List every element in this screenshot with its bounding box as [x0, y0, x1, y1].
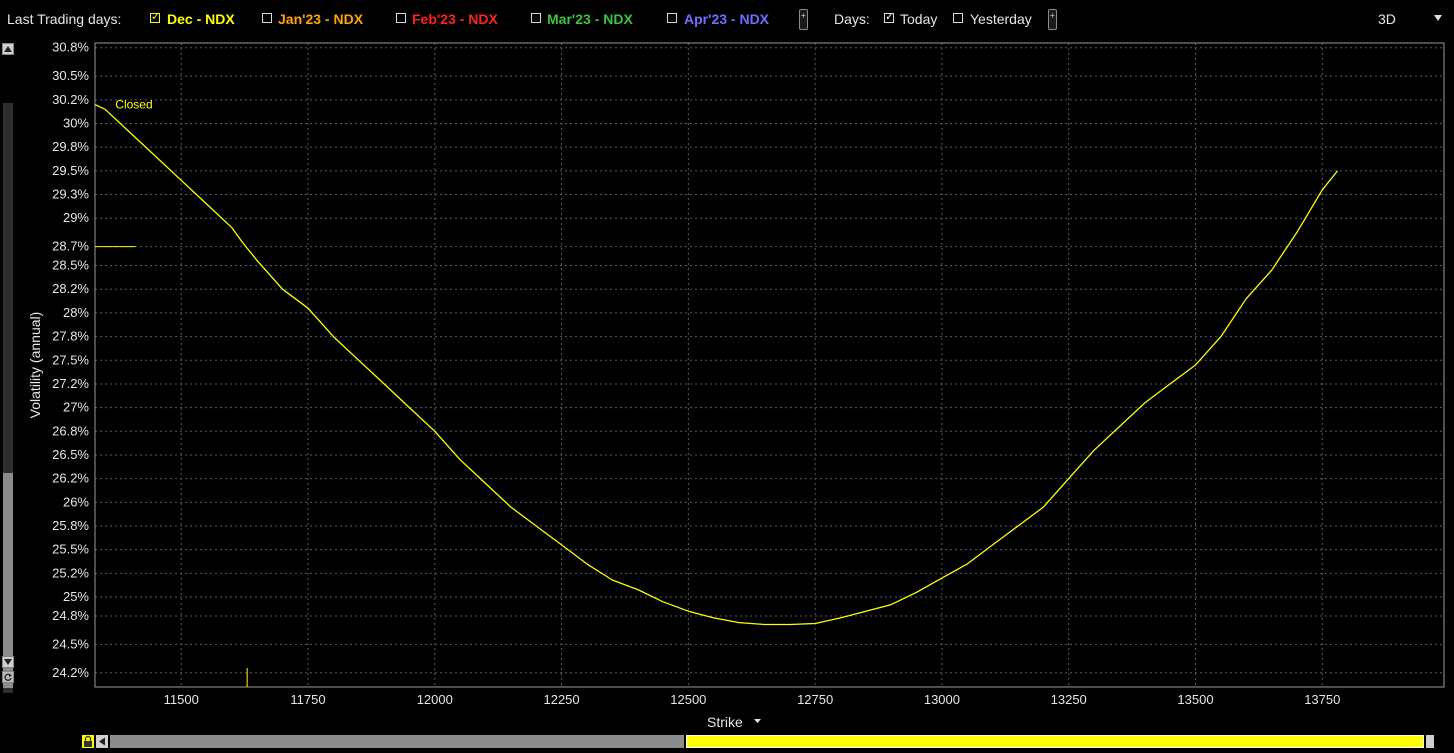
y-tick-label: 27.5% [52, 352, 89, 367]
y-tick-label: 27% [63, 400, 89, 415]
y-tick-label: 24.8% [52, 608, 89, 623]
y-tick-label: 24.5% [52, 636, 89, 651]
y-tick-label: 26.2% [52, 471, 89, 486]
y-tick-label: 29% [63, 210, 89, 225]
y-tick-label: 26.5% [52, 447, 89, 462]
volatility-chart[interactable]: 24.2% 24.5% 24.8% 25% 25.2% 25.5% 25.8% 26% 26.2… [0, 0, 1454, 734]
x-tick-label: 11750 [290, 692, 325, 707]
y-tick-label: 26.8% [52, 423, 89, 438]
chart-annotations: Closed [115, 98, 152, 112]
horizontal-scrollbar[interactable] [82, 734, 1434, 749]
scroll-left-button[interactable] [96, 735, 108, 748]
y-tick-label: 25.8% [52, 518, 89, 533]
x-tick-label: 13500 [1177, 692, 1213, 707]
y-tick-label: 25.2% [52, 565, 89, 580]
y-tick-label: 29.3% [52, 187, 89, 202]
y-tick-label: 25.5% [52, 542, 89, 557]
y-tick-label: 28.5% [52, 258, 89, 273]
series-line-dec-ndx [94, 104, 1339, 626]
scroll-right-button[interactable] [1426, 735, 1434, 748]
chevron-down-icon[interactable] [754, 719, 761, 723]
y-tick-label: 28.2% [52, 281, 89, 296]
y-tick-label: 27.8% [52, 329, 89, 344]
x-tick-label: 13000 [924, 692, 960, 707]
x-tick-label: 12750 [797, 692, 833, 707]
x-axis-label[interactable]: Strike [707, 714, 743, 730]
y-tick-label: 29.8% [52, 139, 89, 154]
closed-annotation: Closed [115, 98, 152, 112]
x-tick-label: 13750 [1304, 692, 1340, 707]
horizontal-range-selector[interactable] [686, 735, 1424, 748]
y-axis-ticks: 24.2% 24.5% 24.8% 25% 25.2% 25.5% 25.8% 26% 26.2… [52, 40, 89, 680]
y-tick-label: 29.5% [52, 163, 89, 178]
x-tick-label: 11500 [164, 692, 199, 707]
lock-glyph [84, 735, 92, 747]
x-tick-label: 12000 [417, 692, 453, 707]
y-tick-label: 30.2% [52, 92, 89, 107]
arrow-left-icon [99, 737, 105, 746]
x-tick-label: 12250 [543, 692, 579, 707]
y-tick-label: 28.7% [52, 239, 89, 254]
y-tick-label: 30.5% [52, 68, 89, 83]
plot-area-border [94, 42, 1445, 688]
y-tick-label: 30.8% [52, 40, 89, 55]
y-tick-label: 27.2% [52, 376, 89, 391]
series-lines [94, 104, 1339, 626]
horizontal-scroll-track[interactable] [110, 735, 684, 748]
grid-lines [95, 43, 1444, 687]
y-axis-label: Volatility (annual) [27, 312, 43, 419]
y-tick-label: 28% [63, 305, 89, 320]
y-tick-label: 25% [63, 589, 89, 604]
y-tick-label: 26% [63, 494, 89, 509]
x-tick-label: 13250 [1051, 692, 1087, 707]
x-axis-ticks: 11500 11750 12000 12250 12500 12750 13000 13250… [164, 692, 1341, 707]
lock-icon[interactable] [82, 735, 94, 748]
y-tick-label: 30% [63, 116, 89, 131]
x-tick-label: 12500 [670, 692, 706, 707]
y-tick-label: 24.2% [52, 665, 89, 680]
